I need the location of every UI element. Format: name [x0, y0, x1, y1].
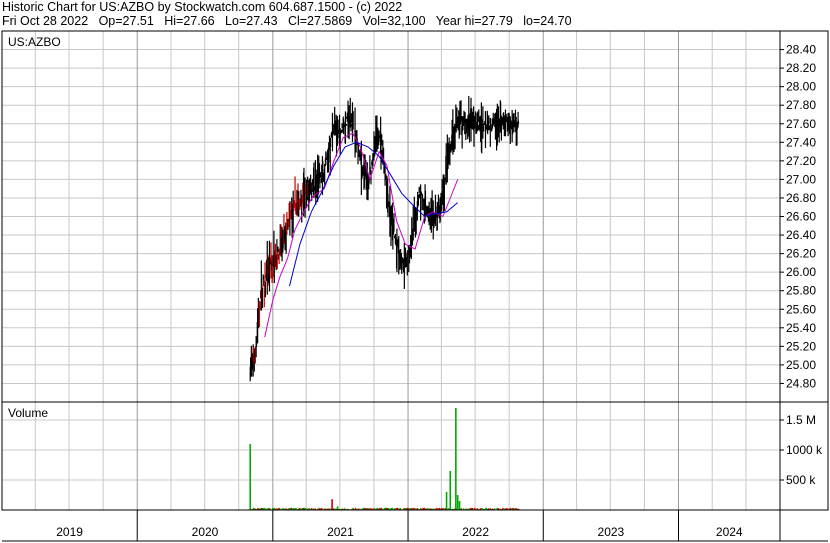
volume-tick-label: 1000 k	[786, 443, 823, 457]
price-tick-label: 25.60	[786, 302, 816, 316]
price-tick-label: 24.80	[786, 376, 816, 390]
axes: 28.40 28.20 28.00 27.80 27.60 27.40 27.20 27.00…	[1, 30, 829, 542]
volume-label: Volume	[8, 406, 48, 420]
volume-panel: Volume	[8, 406, 520, 510]
symbol-label: US:AZBO	[8, 35, 61, 49]
year-label: 2023	[598, 525, 625, 539]
price-tick-label: 25.00	[786, 358, 816, 372]
year-label: 2020	[192, 525, 219, 539]
volume-panel-frame	[1, 401, 829, 511]
price-tick-label: 26.00	[786, 265, 816, 279]
price-tick-label: 27.00	[786, 172, 816, 186]
price-tick-label: 26.20	[786, 247, 816, 261]
price-tick-label: 26.80	[786, 191, 816, 205]
price-tick-label: 27.60	[786, 117, 816, 131]
year-label: 2024	[716, 525, 743, 539]
price-tick-label: 27.80	[786, 98, 816, 112]
price-tick-label: 25.80	[786, 284, 816, 298]
price-tick-label: 27.40	[786, 135, 816, 149]
price-tick-label: 27.20	[786, 154, 816, 168]
year-label: 2022	[462, 525, 489, 539]
chart-window: Historic Chart for US:AZBO by Stockwatch…	[0, 0, 830, 543]
volume-tick-label: 1.5 M	[786, 413, 816, 427]
price-tick-label: 28.20	[786, 61, 816, 75]
year-axis: 2019 2020 2021 2022 2023 2024	[56, 510, 743, 541]
year-label: 2021	[327, 525, 354, 539]
price-tick-label: 25.40	[786, 321, 816, 335]
volume-tick-label: 500 k	[786, 473, 816, 487]
price-tick-label: 28.00	[786, 80, 816, 94]
year-label: 2019	[56, 525, 83, 539]
price-tick-label: 25.20	[786, 339, 816, 353]
price-tick-label: 28.40	[786, 43, 816, 57]
price-tick-label: 26.40	[786, 228, 816, 242]
price-volume-chart: US:AZBO Volume 28.40 28.20 28.00 27.80 27.60…	[1, 30, 829, 542]
grid	[2, 31, 780, 510]
price-tick-label: 26.60	[786, 210, 816, 224]
